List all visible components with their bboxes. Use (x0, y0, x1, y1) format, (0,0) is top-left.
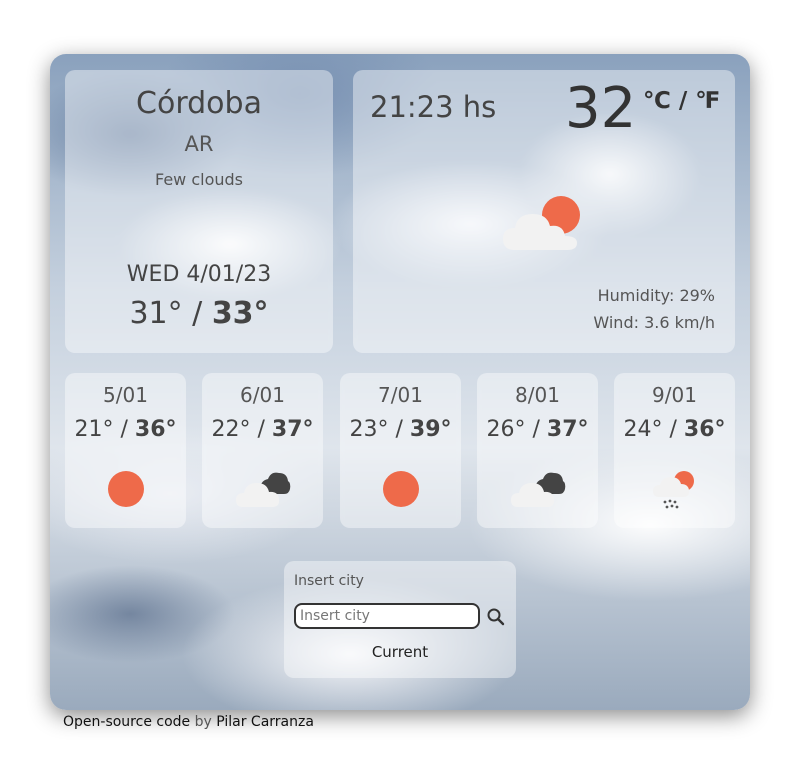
forecast-day: 9/01 24° / 36° (614, 373, 735, 528)
sun-rain-cloud-icon (614, 469, 735, 511)
local-time: 21:23 hs (370, 90, 497, 124)
forecast-min-temp: 21° (74, 417, 114, 442)
forecast-min-temp: 26° (486, 417, 526, 442)
weather-description: Few clouds (154, 170, 243, 189)
search-card: Insert city Current (284, 561, 516, 678)
dark-cloud-icon (477, 469, 598, 509)
city-name: Córdoba (136, 86, 262, 121)
forecast-min-temp: 24° (623, 417, 663, 442)
forecast-date: 6/01 (240, 383, 285, 407)
search-icon[interactable] (486, 607, 506, 627)
forecast-date: 7/01 (378, 383, 423, 407)
forecast-max-temp: 37° (271, 417, 314, 442)
forecast-min-max: 23° / 39° (349, 417, 452, 442)
current-details-card: 21:23 hs 32 ℃ / ℉ Humidity: 29% Wind: 3.… (353, 70, 735, 353)
forecast-max-temp: 36° (134, 417, 177, 442)
sun-icon (65, 469, 186, 509)
current-weather-card: Córdoba AR Few clouds WED 4/01/23 31° / … (65, 70, 333, 353)
forecast-date: 5/01 (103, 383, 148, 407)
forecast-min-max: 22° / 37° (211, 417, 314, 442)
forecast-min-max: 21° / 36° (74, 417, 177, 442)
humidity: Humidity: 29% (597, 286, 715, 305)
forecast-day: 8/01 26° / 37° (477, 373, 598, 528)
forecast-day: 6/01 22° / 37° (202, 373, 323, 528)
forecast-date: 8/01 (515, 383, 560, 407)
city-search-input[interactable] (294, 603, 480, 629)
forecast-date: 9/01 (652, 383, 697, 407)
dark-cloud-icon (202, 469, 323, 509)
current-location-button[interactable]: Current (284, 643, 516, 661)
current-date: WED 4/01/23 (126, 262, 272, 287)
forecast-max-temp: 39° (409, 417, 452, 442)
temp-separator: / (182, 296, 212, 331)
wind-speed: Wind: 3.6 km/h (593, 313, 715, 332)
forecast-min-max: 24° / 36° (623, 417, 726, 442)
forecast-min-max: 26° / 37° (486, 417, 589, 442)
country-code: AR (184, 132, 214, 156)
author-link[interactable]: Pilar Carranza (216, 714, 314, 730)
forecast-max-temp: 37° (546, 417, 589, 442)
unit-toggle[interactable]: ℃ / ℉ (643, 88, 720, 114)
current-min-temp: 31° (129, 296, 183, 331)
current-temperature: 32 (565, 76, 637, 141)
current-min-max: 31° / 33° (65, 296, 333, 331)
footer-by: by (190, 714, 217, 730)
forecast-min-temp: 23° (349, 417, 389, 442)
current-max-temp: 33° (211, 296, 269, 331)
search-label: Insert city (294, 573, 364, 589)
source-code-link[interactable]: Open-source code (63, 714, 190, 730)
app-frame: Córdoba AR Few clouds WED 4/01/23 31° / … (50, 54, 750, 710)
forecast-day: 5/01 21° / 36° (65, 373, 186, 528)
forecast-day: 7/01 23° / 39° (340, 373, 461, 528)
sun-behind-cloud-icon (501, 194, 587, 256)
footer: Open-source code by Pilar Carranza (63, 714, 314, 730)
forecast-max-temp: 36° (683, 417, 726, 442)
sun-icon (340, 469, 461, 509)
forecast-min-temp: 22° (211, 417, 251, 442)
